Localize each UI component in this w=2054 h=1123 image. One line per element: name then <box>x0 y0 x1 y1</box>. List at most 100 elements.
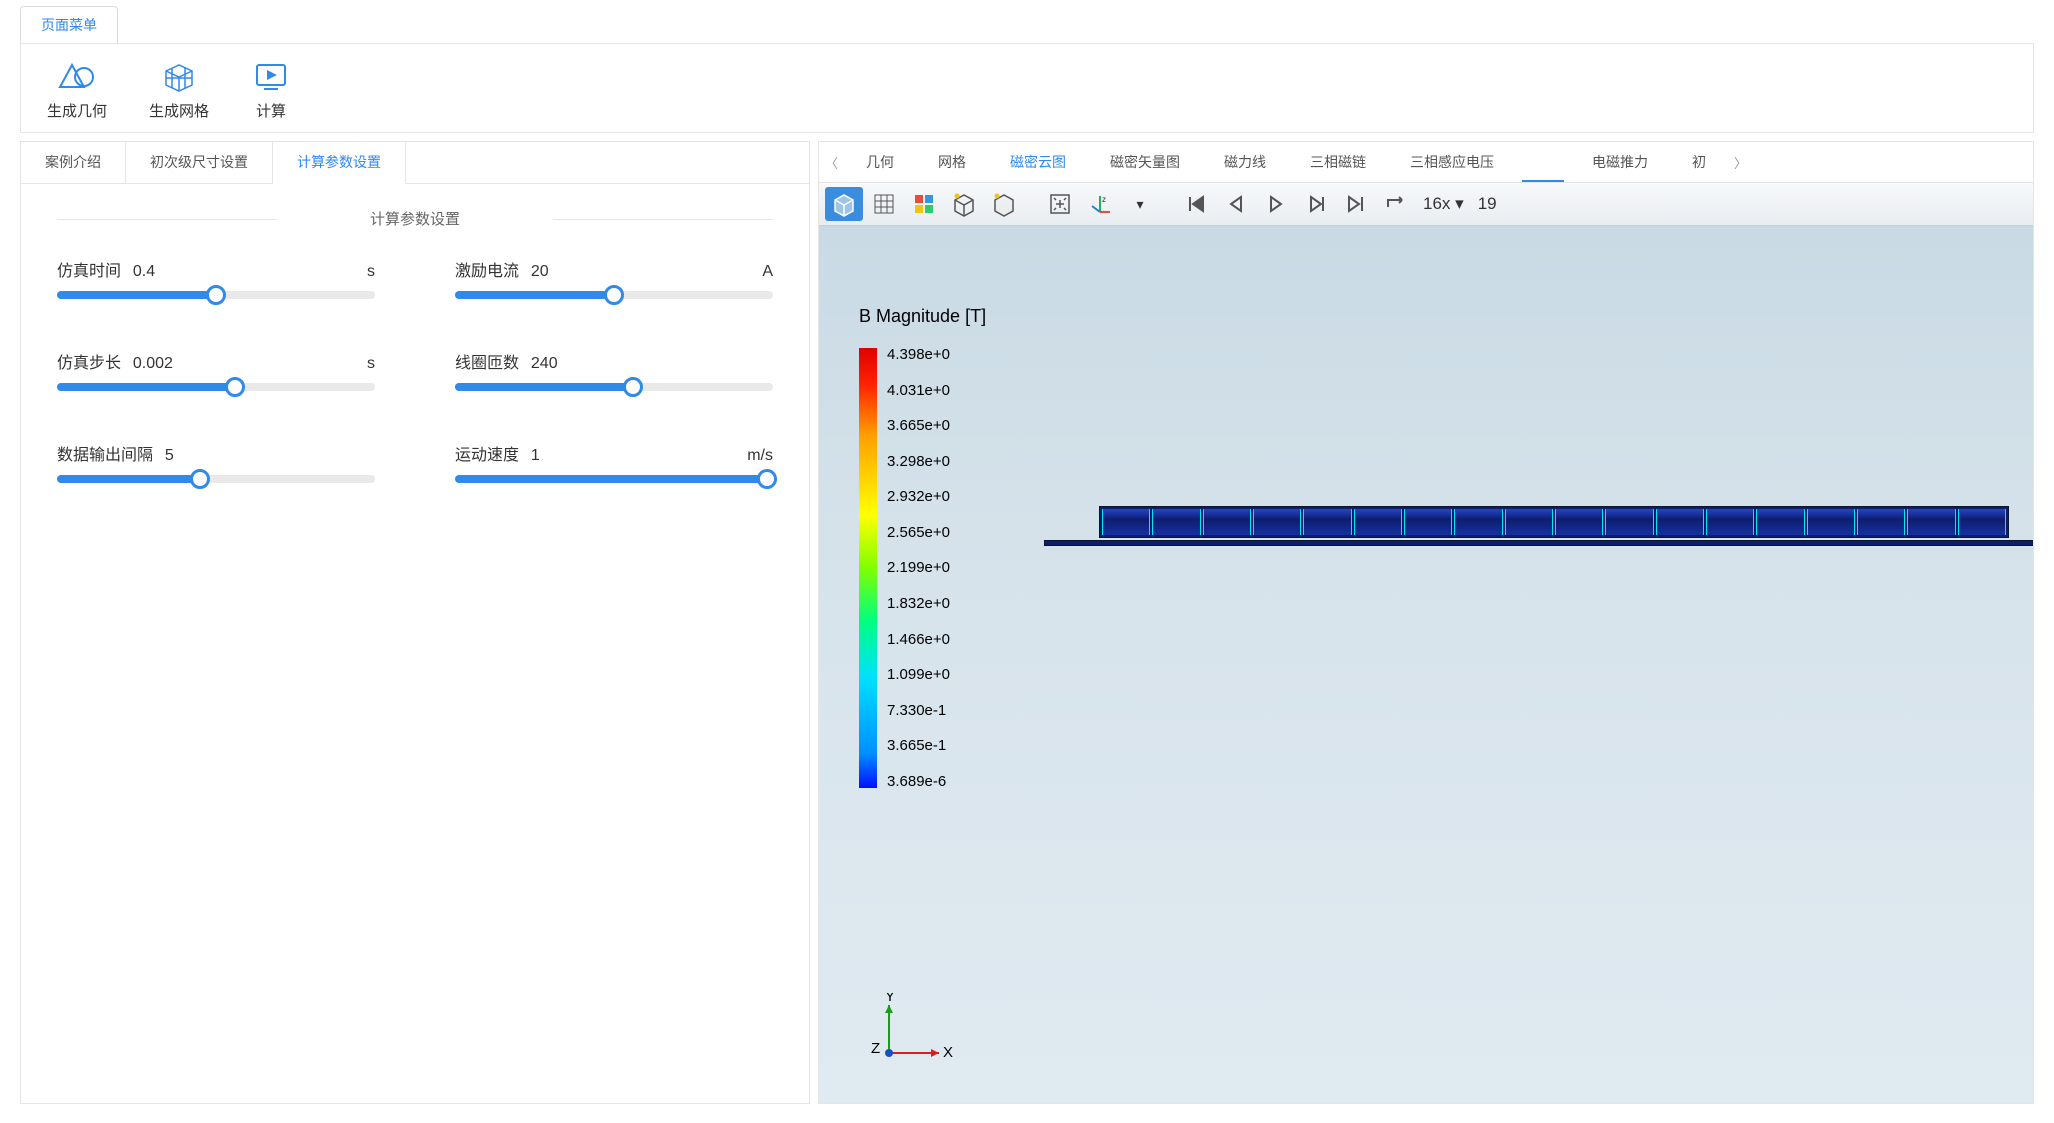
playback-next-icon[interactable] <box>1297 187 1335 221</box>
svg-text:z: z <box>1102 195 1106 204</box>
playback-frame: 19 <box>1472 194 1503 214</box>
view-transparent-icon[interactable] <box>985 187 1023 221</box>
axis-y-label: Y <box>885 993 895 1005</box>
param-coil-turns-label: 线圈匝数 <box>455 355 519 372</box>
axis-triad-icon: X Y Z <box>869 993 959 1073</box>
legend-value: 1.832e+0 <box>887 595 950 612</box>
view-colored-boxes-icon[interactable] <box>905 187 943 221</box>
legend-value: 7.330e-1 <box>887 702 950 719</box>
mesh-icon <box>159 56 199 96</box>
slider-sim-time[interactable] <box>57 291 375 299</box>
param-exc-current-unit: A <box>762 263 773 281</box>
playback-play-icon[interactable] <box>1257 187 1295 221</box>
right-panel: 〈 几何 网格 磁密云图 磁密矢量图 磁力线 三相磁链 三相感应电压 电磁推力 … <box>818 141 2034 1104</box>
slider-sim-step[interactable] <box>57 383 375 391</box>
legend-value: 4.031e+0 <box>887 382 950 399</box>
legend-value: 3.665e+0 <box>887 417 950 434</box>
legend-value: 2.199e+0 <box>887 559 950 576</box>
tab-calc-params[interactable]: 计算参数设置 <box>273 142 406 184</box>
param-sim-step-unit: s <box>367 355 375 373</box>
param-speed-label: 运动速度 <box>455 447 519 464</box>
generate-mesh-button[interactable]: 生成网格 <box>147 52 211 125</box>
legend-value: 3.298e+0 <box>887 453 950 470</box>
playback-first-icon[interactable] <box>1177 187 1215 221</box>
param-sim-time-unit: s <box>367 263 375 281</box>
legend-value: 1.466e+0 <box>887 631 950 648</box>
generate-geometry-button[interactable]: 生成几何 <box>45 52 109 125</box>
legend-value: 2.565e+0 <box>887 524 950 541</box>
tabs-next-icon[interactable]: 〉 <box>1728 143 1753 182</box>
tab-three-phase-flux[interactable]: 三相磁链 <box>1288 142 1388 182</box>
tab-dim-settings[interactable]: 初次级尺寸设置 <box>126 142 273 183</box>
tab-mesh[interactable]: 网格 <box>916 142 988 182</box>
param-sim-step: 仿真步长 0.002 s <box>57 349 375 391</box>
viz-title: B Magnitude [T] <box>859 306 986 327</box>
playback-loop-icon[interactable] <box>1377 187 1415 221</box>
param-output-interval-label: 数据输出间隔 <box>57 447 153 464</box>
legend-colorbar <box>859 348 877 788</box>
axes-toggle-icon[interactable]: z <box>1081 187 1119 221</box>
param-exc-current-value: 20 <box>531 263 549 280</box>
tab-three-phase-emf[interactable]: 三相感应电压 <box>1388 142 1516 182</box>
param-sim-step-label: 仿真步长 <box>57 355 121 372</box>
view-grid-icon[interactable] <box>865 187 903 221</box>
tab-geometry[interactable]: 几何 <box>844 142 916 182</box>
param-coil-turns-value: 240 <box>531 355 558 372</box>
viz-toolbar: z ▾ <box>819 183 2033 226</box>
compute-button[interactable]: 计算 <box>249 52 293 125</box>
geometry-icon <box>57 56 97 96</box>
param-sim-step-value: 0.002 <box>133 355 173 372</box>
param-speed-value: 1 <box>531 447 540 464</box>
tab-flux-lines[interactable]: 磁力线 <box>1202 142 1288 182</box>
tab-em-thrust[interactable]: 电磁推力 <box>1570 142 1670 182</box>
tab-flux-vector[interactable]: 磁密矢量图 <box>1088 142 1202 182</box>
axis-z-label: Z <box>871 1040 880 1057</box>
slider-coil-turns[interactable] <box>455 383 773 391</box>
generate-mesh-label: 生成网格 <box>149 100 209 121</box>
viz-canvas[interactable]: B Magnitude [T] 4.398e+0 4.031e+0 3.665e… <box>819 226 2033 1103</box>
panel-title: 计算参数设置 <box>57 208 773 229</box>
param-exc-current: 激励电流 20 A <box>455 257 773 299</box>
legend-labels: 4.398e+0 4.031e+0 3.665e+0 3.298e+0 2.93… <box>887 346 950 790</box>
legend-value: 3.689e-6 <box>887 773 950 790</box>
playback-speed[interactable]: 16x ▾ <box>1417 194 1470 214</box>
axis-x-label: X <box>943 1044 953 1061</box>
page-menu-tab[interactable]: 页面菜单 <box>20 6 118 43</box>
param-speed-unit: m/s <box>747 447 773 465</box>
param-speed: 运动速度 1 m/s <box>455 441 773 483</box>
slider-exc-current[interactable] <box>455 291 773 299</box>
simulation-model <box>1099 506 2009 546</box>
legend-value: 3.665e-1 <box>887 737 950 754</box>
tab-more[interactable]: 初 <box>1670 142 1728 182</box>
param-coil-turns: 线圈匝数 240 <box>455 349 773 391</box>
left-tabs: 案例介绍 初次级尺寸设置 计算参数设置 <box>21 142 809 184</box>
tabs-prev-icon[interactable]: 〈 <box>819 143 844 182</box>
param-output-interval-value: 5 <box>165 447 174 464</box>
playback-last-icon[interactable] <box>1337 187 1375 221</box>
slider-output-interval[interactable] <box>57 475 375 483</box>
param-sim-time: 仿真时间 0.4 s <box>57 257 375 299</box>
view-solid-icon[interactable] <box>825 187 863 221</box>
page-menu-bar: 生成几何 生成网格 <box>20 43 2034 133</box>
view-wireframe-icon[interactable] <box>945 187 983 221</box>
tab-flux-density[interactable]: 磁密云图 <box>988 142 1088 182</box>
tab-case-intro[interactable]: 案例介绍 <box>21 142 126 183</box>
slider-speed[interactable] <box>455 475 773 483</box>
legend-value: 1.099e+0 <box>887 666 950 683</box>
chevron-down-icon[interactable]: ▾ <box>1121 187 1159 221</box>
param-exc-current-label: 激励电流 <box>455 263 519 280</box>
color-legend: 4.398e+0 4.031e+0 3.665e+0 3.298e+0 2.93… <box>859 346 950 790</box>
left-panel: 案例介绍 初次级尺寸设置 计算参数设置 计算参数设置 仿真时间 0.4 s <box>20 141 810 1104</box>
playback-prev-icon[interactable] <box>1217 187 1255 221</box>
param-sim-time-label: 仿真时间 <box>57 263 121 280</box>
right-tabs: 〈 几何 网格 磁密云图 磁密矢量图 磁力线 三相磁链 三相感应电压 电磁推力 … <box>819 142 2033 183</box>
fit-view-icon[interactable] <box>1041 187 1079 221</box>
legend-value: 2.932e+0 <box>887 488 950 505</box>
generate-geometry-label: 生成几何 <box>47 100 107 121</box>
compute-icon <box>251 56 291 96</box>
legend-value: 4.398e+0 <box>887 346 950 363</box>
param-output-interval: 数据输出间隔 5 <box>57 441 375 483</box>
compute-label: 计算 <box>256 100 286 121</box>
tab-separator-active <box>1522 143 1564 182</box>
param-sim-time-value: 0.4 <box>133 263 155 280</box>
